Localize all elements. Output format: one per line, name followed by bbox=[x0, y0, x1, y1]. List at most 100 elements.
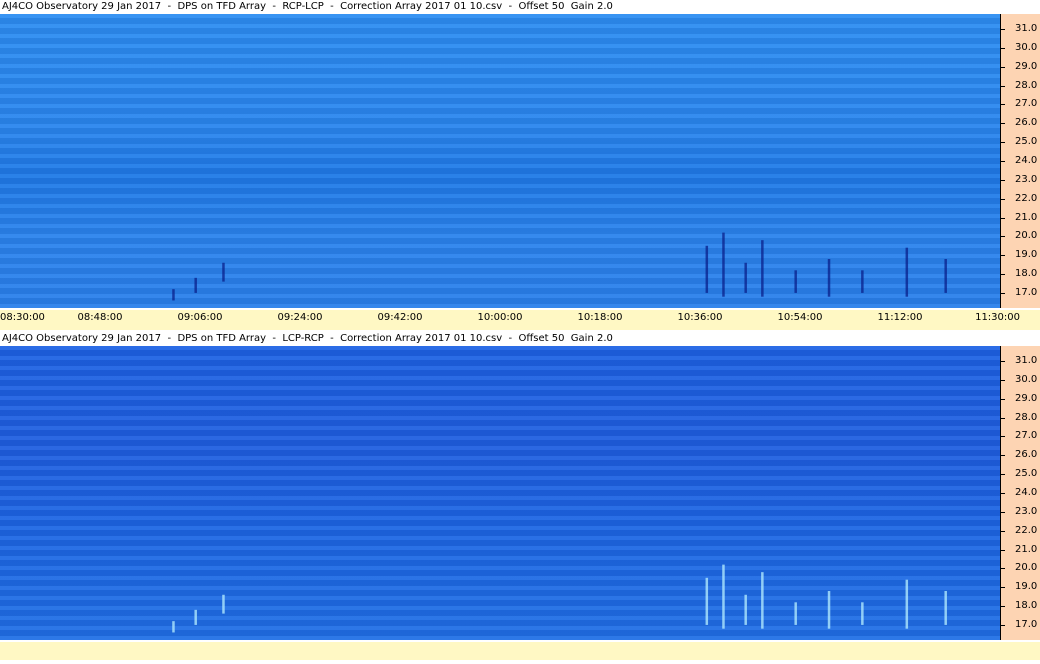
y-tick: 17.0 bbox=[1001, 284, 1040, 302]
time-axis-strip-empty bbox=[0, 642, 1040, 660]
y-tick: 21.0 bbox=[1001, 541, 1040, 559]
y-tick: 18.0 bbox=[1001, 265, 1040, 283]
burst-mark bbox=[944, 591, 947, 625]
burst-mark bbox=[861, 602, 864, 625]
x-tick-label: 10:54:00 bbox=[777, 312, 823, 323]
burst-mark bbox=[794, 270, 797, 293]
y-tick-label: 23.0 bbox=[1015, 173, 1038, 185]
y-tick: 17.0 bbox=[1001, 616, 1040, 634]
y-tick-mark bbox=[1001, 104, 1005, 106]
y-tick: 27.0 bbox=[1001, 95, 1040, 113]
burst-mark bbox=[744, 594, 747, 625]
y-tick-mark bbox=[1001, 29, 1005, 31]
burst-mark bbox=[722, 564, 725, 629]
y-tick-mark bbox=[1001, 142, 1005, 144]
y-tick-mark bbox=[1001, 236, 1005, 238]
x-tick-label: 09:06:00 bbox=[177, 312, 223, 323]
y-tick-mark bbox=[1001, 474, 1005, 476]
y-tick-mark bbox=[1001, 624, 1005, 626]
y-tick: 28.0 bbox=[1001, 409, 1040, 427]
y-tick-label: 20.0 bbox=[1015, 230, 1038, 242]
y-tick-label: 29.0 bbox=[1015, 60, 1038, 72]
y-tick-label: 21.0 bbox=[1015, 211, 1038, 223]
y-tick-mark bbox=[1001, 455, 1005, 457]
y-tick-label: 19.0 bbox=[1015, 581, 1038, 593]
y-tick-label: 26.0 bbox=[1015, 117, 1038, 129]
burst-mark bbox=[194, 277, 197, 293]
burst-mark bbox=[761, 240, 764, 297]
y-tick: 19.0 bbox=[1001, 578, 1040, 596]
x-tick-label: 08:48:00 bbox=[77, 312, 123, 323]
burst-mark bbox=[172, 621, 175, 633]
y-tick-label: 21.0 bbox=[1015, 543, 1038, 555]
x-tick-label: 11:30:00 bbox=[975, 312, 1020, 323]
y-tick: 19.0 bbox=[1001, 246, 1040, 264]
time-axis: 08:30:00 08:48:00 09:06:00 09:24:00 09:42:00… bbox=[0, 310, 1040, 330]
x-tick-label: 10:00:00 bbox=[477, 312, 523, 323]
burst-mark bbox=[794, 602, 797, 625]
y-tick: 25.0 bbox=[1001, 465, 1040, 483]
panel-2-title: AJ4CO Observatory 29 Jan 2017 - DPS on T… bbox=[0, 332, 1040, 346]
y-tick: 29.0 bbox=[1001, 58, 1040, 76]
burst-mark bbox=[705, 577, 709, 625]
burst-mark bbox=[222, 594, 225, 614]
burst-mark bbox=[744, 262, 747, 293]
y-tick-mark bbox=[1001, 493, 1005, 494]
y-tick-mark bbox=[1001, 47, 1005, 49]
spectrogram-lcp-rcp bbox=[0, 346, 1000, 640]
x-tick-label: 09:24:00 bbox=[277, 312, 323, 323]
y-tick-mark bbox=[1001, 587, 1005, 589]
y-tick-label: 30.0 bbox=[1015, 41, 1038, 53]
y-tick-mark bbox=[1001, 511, 1005, 513]
y-tick-label: 29.0 bbox=[1015, 392, 1038, 404]
y-tick-label: 27.0 bbox=[1015, 430, 1038, 442]
panel-1-title: AJ4CO Observatory 29 Jan 2017 - DPS on T… bbox=[0, 0, 1040, 14]
x-tick-label: 08:30:00 bbox=[0, 312, 45, 323]
y-tick-mark bbox=[1001, 379, 1005, 381]
y-tick-mark bbox=[1001, 255, 1005, 257]
y-tick: 25.0 bbox=[1001, 133, 1040, 151]
y-tick-label: 31.0 bbox=[1015, 23, 1038, 35]
y-tick-label: 25.0 bbox=[1015, 136, 1038, 148]
y-tick: 24.0 bbox=[1001, 484, 1040, 502]
y-tick-mark bbox=[1001, 179, 1005, 181]
x-tick-label: 10:36:00 bbox=[677, 312, 723, 323]
y-tick: 24.0 bbox=[1001, 152, 1040, 170]
y-tick: 26.0 bbox=[1001, 114, 1040, 132]
y-tick-mark bbox=[1001, 436, 1005, 438]
burst-mark bbox=[172, 289, 175, 301]
y-tick-label: 28.0 bbox=[1015, 411, 1038, 423]
burst-mark bbox=[761, 572, 764, 629]
y-tick-label: 23.0 bbox=[1015, 505, 1038, 517]
burst-mark bbox=[905, 247, 909, 297]
x-tick-label: 09:42:00 bbox=[377, 312, 423, 323]
y-tick-label: 27.0 bbox=[1015, 98, 1038, 110]
y-tick: 22.0 bbox=[1001, 522, 1040, 540]
burst-mark bbox=[827, 591, 831, 629]
y-tick-label: 26.0 bbox=[1015, 449, 1038, 461]
burst-mark bbox=[861, 270, 864, 293]
y-tick: 31.0 bbox=[1001, 20, 1040, 38]
y-tick-label: 30.0 bbox=[1015, 373, 1038, 385]
y-tick-mark bbox=[1001, 549, 1005, 551]
y-tick-mark bbox=[1001, 217, 1005, 219]
y-tick-label: 17.0 bbox=[1015, 286, 1038, 298]
burst-mark bbox=[905, 579, 909, 629]
burst-mark bbox=[705, 245, 709, 293]
y-tick-label: 17.0 bbox=[1015, 618, 1038, 630]
y-tick-label: 18.0 bbox=[1015, 600, 1038, 612]
burst-mark bbox=[222, 262, 225, 282]
y-tick-mark bbox=[1001, 417, 1005, 419]
frequency-axis-panel-2: 31.0 30.0 29.0 28.0 27.0 26.0 25.0 24.0 23.0 22.0… bbox=[1000, 346, 1040, 640]
y-tick-mark bbox=[1001, 568, 1005, 570]
y-tick-mark bbox=[1001, 530, 1005, 532]
y-tick: 18.0 bbox=[1001, 597, 1040, 615]
x-tick-label: 10:18:00 bbox=[577, 312, 623, 323]
y-tick: 22.0 bbox=[1001, 190, 1040, 208]
y-tick-label: 24.0 bbox=[1015, 155, 1038, 166]
y-tick-label: 28.0 bbox=[1015, 79, 1038, 91]
y-tick-label: 25.0 bbox=[1015, 468, 1038, 480]
y-tick: 31.0 bbox=[1001, 352, 1040, 370]
y-tick: 28.0 bbox=[1001, 77, 1040, 95]
y-tick-mark bbox=[1001, 606, 1005, 608]
